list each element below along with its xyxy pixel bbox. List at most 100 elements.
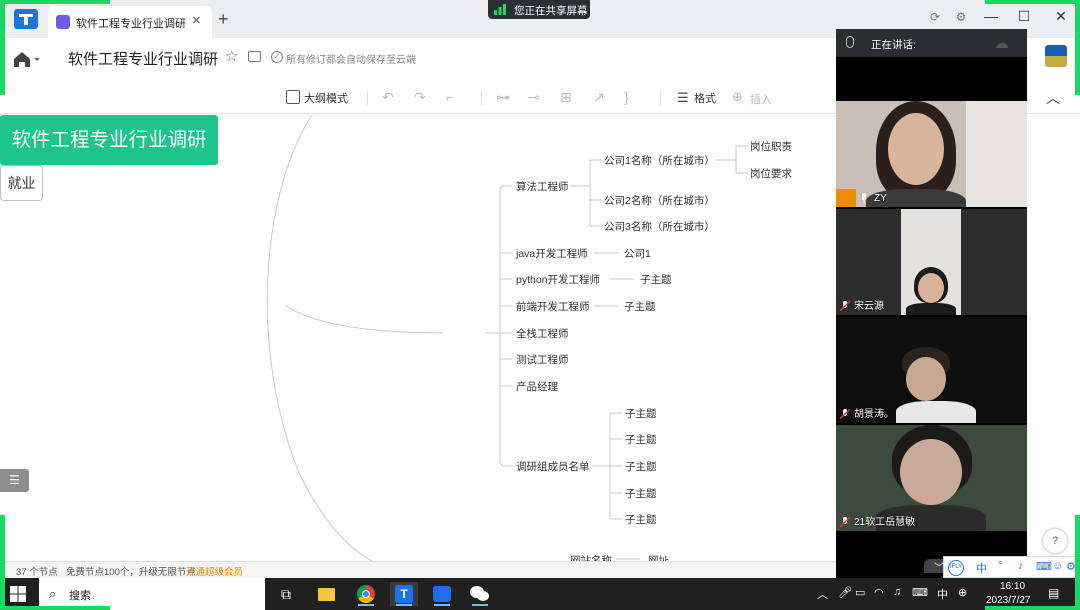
notification-icon[interactable]: ▤ (1048, 586, 1059, 600)
microphone-icon (846, 36, 854, 48)
participant-name: 胡景涛。 (854, 409, 894, 420)
mindmap-node[interactable]: 产品经理 (516, 379, 558, 394)
clock-date[interactable]: 2023/7/27 (986, 595, 1031, 606)
mindmap-node[interactable]: 公司3名称（所在城市） (604, 219, 715, 234)
mindmap-node[interactable]: 子主题 (640, 272, 672, 287)
mindmap-node[interactable]: 子主题 (625, 432, 657, 447)
mindmap-node[interactable]: java开发工程师 (516, 246, 588, 261)
participant-tile[interactable]: 宋云源 (836, 209, 1027, 315)
plus-icon[interactable]: + (218, 9, 229, 30)
mindmap-node[interactable]: 子主题 (625, 406, 657, 421)
input-language[interactable]: 中 (937, 586, 948, 602)
insert-parent-icon[interactable]: ⊞ (560, 89, 572, 106)
task-view-icon[interactable]: ⧉ (272, 582, 300, 606)
redo-icon[interactable]: ↷ (414, 89, 426, 106)
mindmap-node[interactable]: 公司1名称（所在城市） (604, 153, 715, 168)
participant-tile[interactable]: 胡景涛。 (836, 317, 1027, 423)
outline-icon (286, 90, 300, 104)
speaking-label: 正在讲话: (871, 39, 916, 51)
wifi-icon[interactable]: ◠ (874, 586, 884, 599)
mindmap-node[interactable]: 子主题 (625, 459, 657, 474)
ime-logo-icon[interactable]: IFLY (948, 560, 964, 576)
toolbar-divider (660, 91, 661, 105)
mindmap-node[interactable]: 全栈工程师 (516, 326, 569, 341)
mindmap-node[interactable]: 测试工程师 (516, 352, 569, 367)
share-frame-corner (0, 606, 110, 610)
microphone-muted-icon (840, 409, 850, 419)
signal-bars-icon (494, 4, 506, 15)
star-icon[interactable]: ☆ (225, 47, 238, 65)
search-label: 搜索 (69, 590, 91, 602)
mindmap-node[interactable]: 公司2名称（所在城市） (604, 193, 715, 208)
ime-item[interactable]: 中 (976, 560, 987, 576)
mindmap-node[interactable]: 子主题 (625, 486, 657, 501)
camera-icon[interactable]: ▭ (855, 586, 865, 599)
share-frame-corner (0, 0, 5, 95)
chrome-icon[interactable] (352, 582, 380, 606)
clock-time[interactable]: 16:10 (1000, 581, 1025, 592)
mindmap-node[interactable]: 子主题 (625, 512, 657, 527)
keyboard-icon[interactable]: ⌨ (912, 586, 928, 599)
upgrade-link[interactable]: 开通超级会员 (186, 564, 243, 578)
document-title[interactable]: 软件工程专业行业调研 (68, 48, 218, 69)
microphone-icon[interactable]: 🎤︎ (838, 586, 852, 599)
mindmap-node[interactable]: 公司1 (624, 246, 651, 261)
speaker-icon[interactable]: ♫ (893, 586, 901, 598)
mindmap-canvas[interactable]: 软件工程专业行业调研 就业 算法工程师 公司1名称（所在城市） 岗位职责 岗位要… (0, 115, 836, 561)
outline-panel-toggle-icon[interactable]: ☰ (0, 469, 29, 492)
ime-item[interactable]: ° (998, 560, 1002, 572)
user-avatar[interactable] (1045, 45, 1067, 67)
plus-circle-icon: ⊕ (732, 89, 743, 104)
close-tab-icon[interactable]: × (192, 12, 201, 29)
mindmap-app-icon[interactable]: T (390, 582, 418, 606)
relation-line-icon[interactable]: ↗ (593, 89, 605, 106)
windows-start-icon[interactable] (10, 586, 26, 602)
chevron-up-icon[interactable]: ︿ (1046, 88, 1060, 108)
share-frame-corner (1075, 0, 1080, 95)
file-explorer-icon[interactable] (312, 582, 340, 606)
ime-item[interactable]: ⌨ (1036, 560, 1052, 573)
share-frame-corner (1075, 515, 1080, 610)
mindmap-node[interactable]: python开发工程师 (516, 272, 600, 287)
ime-tray-icon[interactable]: ⊕ (958, 586, 967, 599)
refresh-icon[interactable]: ⟳ (927, 10, 943, 26)
mindmap-node[interactable]: 前端开发工程师 (516, 299, 590, 314)
help-button[interactable]: ? (1043, 529, 1067, 553)
mindmap-node[interactable]: 调研组成员名单 (516, 459, 590, 474)
ime-toolbar[interactable]: IFLY 中 ° ♪ ⌨ ☺ ⚙ (943, 556, 1080, 578)
ime-item[interactable]: ☺ (1052, 560, 1063, 572)
participant-name: ZY (874, 193, 887, 204)
mindmap-node[interactable]: 子主题 (624, 299, 656, 314)
summary-icon[interactable]: } (624, 89, 629, 105)
mindmap-node[interactable]: 网址 (648, 553, 669, 561)
mindmap-node[interactable]: 网站名称 (570, 553, 612, 561)
home-icon[interactable] (12, 49, 40, 69)
screen-share-banner[interactable]: 您正在共享屏幕 (488, 0, 590, 19)
windows-taskbar: ⌕ 搜索 ⧉ T ︿ 🎤︎ ▭ ◠ ♫ ⌨ 中 ⊕ 16:10 2023/7/2… (0, 578, 1080, 610)
host-badge-icon (836, 189, 856, 207)
mindmap-node[interactable]: 岗位职责 (750, 139, 792, 154)
mindmap-node[interactable]: 算法工程师 (516, 179, 569, 194)
save-status-text: 所有修订都会自动保存至云端 (286, 55, 416, 66)
close-window-button[interactable]: ✕ (1050, 8, 1072, 28)
settings-icon[interactable]: ⚙ (953, 10, 969, 26)
chevron-up-icon[interactable]: ︿ (817, 586, 828, 602)
minimize-button[interactable]: — (980, 8, 1002, 28)
maximize-button[interactable]: ☐ (1013, 8, 1035, 28)
meeting-app-icon[interactable] (428, 582, 456, 606)
share-frame-corner (0, 515, 5, 610)
format-painter-icon[interactable]: ⌐ (446, 89, 454, 105)
wechat-icon[interactable] (466, 582, 494, 606)
insert-sibling-icon[interactable]: ⊶ (496, 89, 510, 106)
move-to-folder-icon[interactable] (248, 51, 261, 62)
cloud-saved-icon: ✓ (271, 51, 283, 63)
ime-item[interactable]: ♪ (1018, 560, 1024, 572)
microphone-muted-icon (840, 517, 850, 527)
app-logo-icon[interactable] (14, 9, 38, 29)
mindmap-node[interactable]: 岗位要求 (750, 166, 792, 181)
insert-child-icon[interactable]: ⊸ (528, 89, 540, 106)
tab-active[interactable]: 软件工程专业行业调研 × (48, 6, 212, 38)
participant-tile[interactable]: ZY (836, 101, 1027, 207)
undo-icon[interactable]: ↶ (382, 89, 394, 106)
participant-tile[interactable]: 21软工岳慧敏 (836, 425, 1027, 531)
